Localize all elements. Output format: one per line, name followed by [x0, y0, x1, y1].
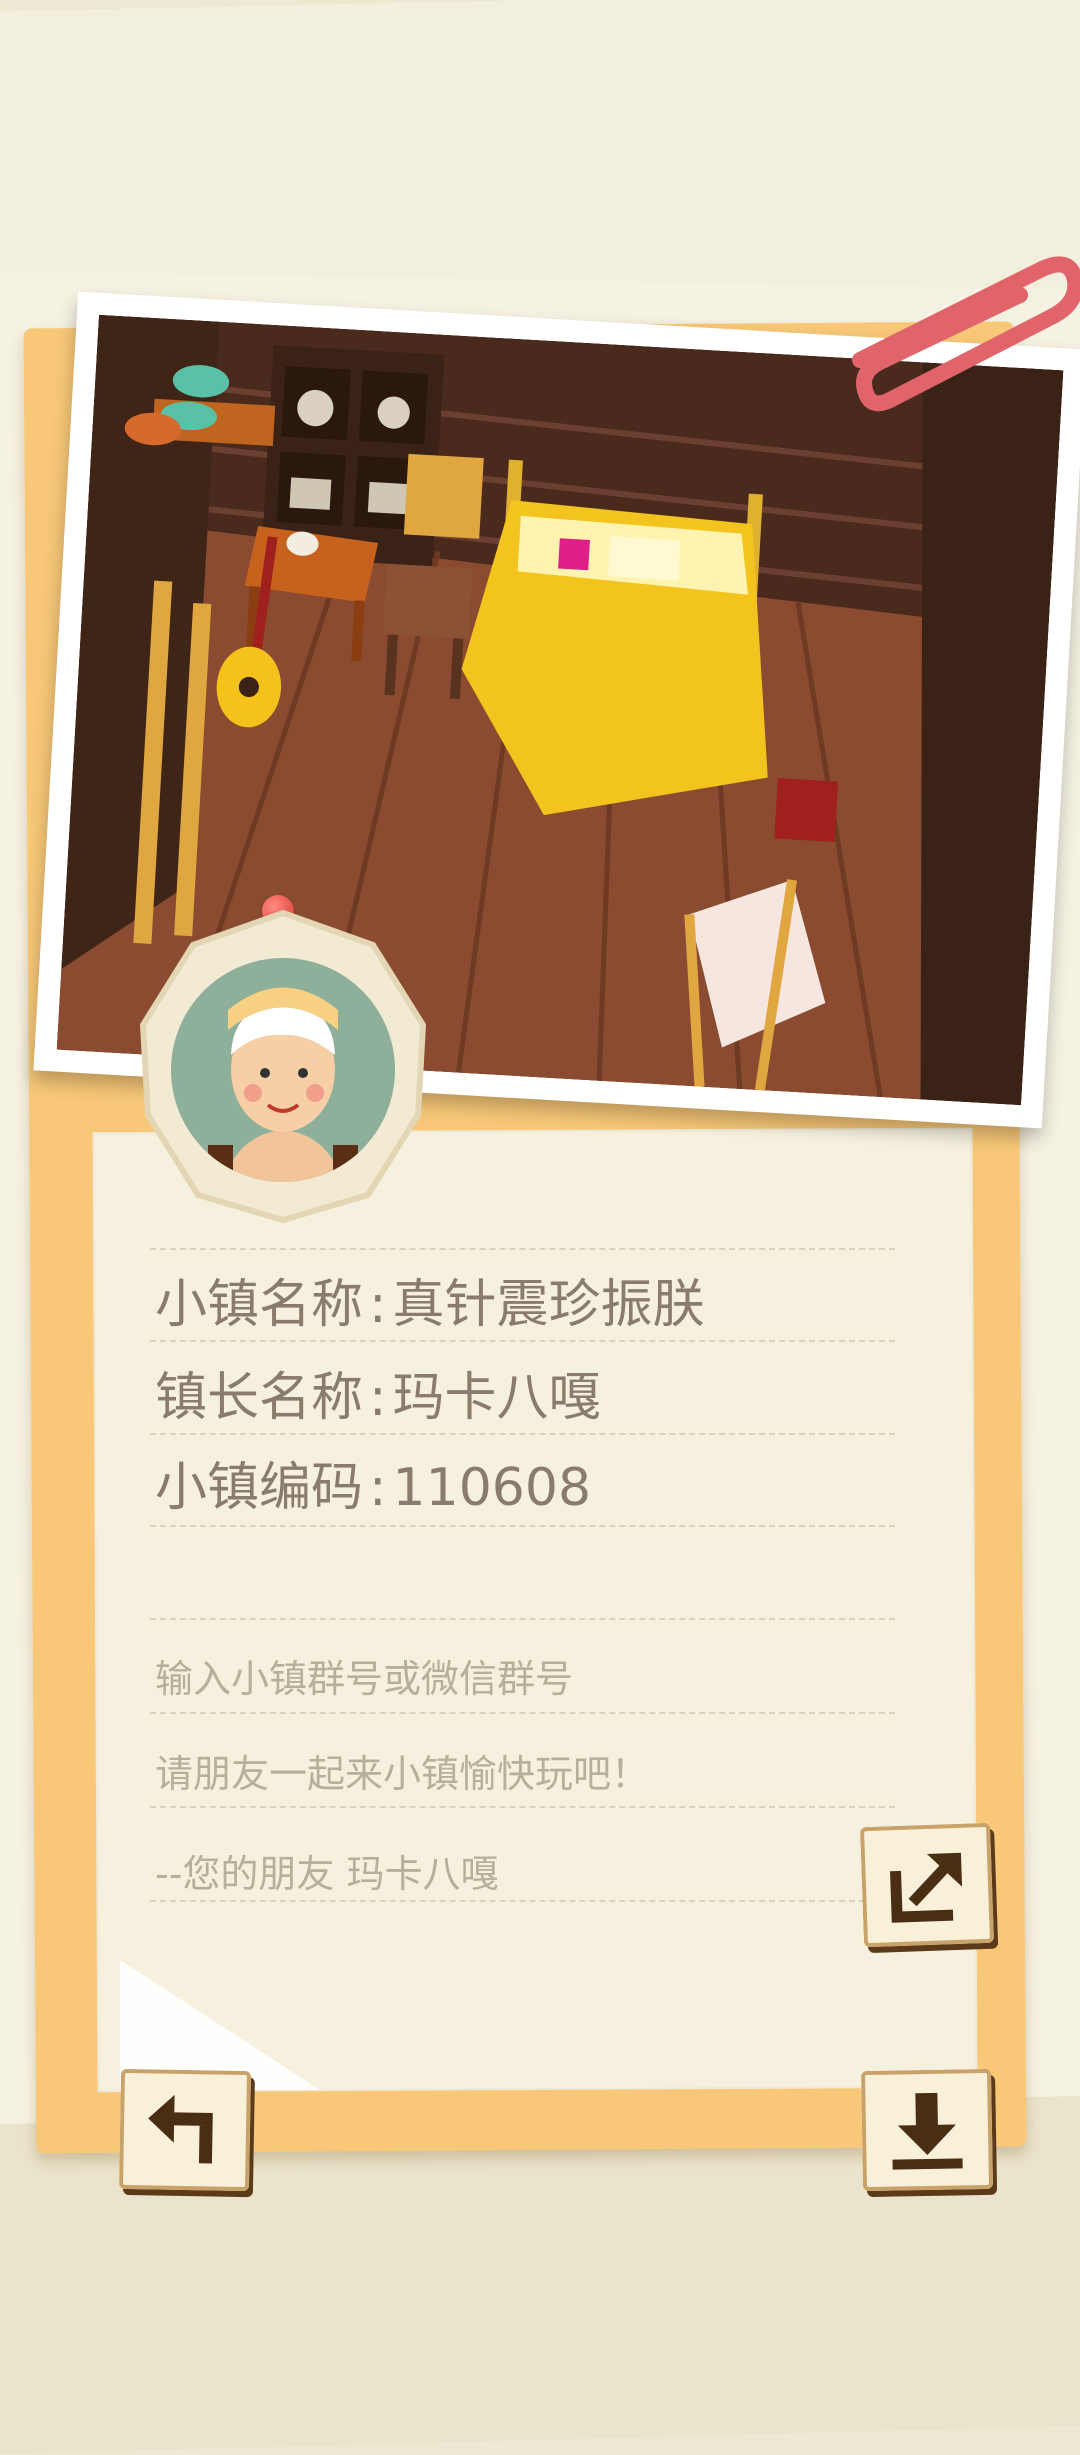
divider: [150, 1340, 895, 1342]
divider: [150, 1900, 895, 1902]
invite-message-line-1[interactable]: 输入小镇群号或微信群号: [155, 1648, 573, 1703]
town-code-value: 110608: [392, 1458, 592, 1518]
town-name-row: 小镇名称: 真针震珍振朕: [155, 1275, 705, 1335]
mayor-avatar[interactable]: [133, 905, 433, 1225]
mayor-name-value: 玛卡八嘎: [392, 1368, 601, 1428]
mayor-name-label: 镇长名称: [155, 1368, 364, 1428]
mayor-name-row: 镇长名称: 玛卡八嘎: [155, 1368, 601, 1428]
divider: [150, 1433, 895, 1435]
divider: [150, 1712, 895, 1714]
download-button[interactable]: [860, 2068, 994, 2192]
invite-message-line-2[interactable]: 请朋友一起来小镇愉快玩吧！: [155, 1743, 649, 1798]
invite-signature[interactable]: --您的朋友 玛卡八嘎: [155, 1843, 499, 1898]
back-button[interactable]: [118, 2068, 252, 2192]
back-arrow-icon: [148, 2094, 213, 2164]
paperclip-icon: [852, 256, 1080, 412]
download-icon: [892, 2092, 963, 2170]
divider: [150, 1806, 895, 1808]
town-code-row: 小镇编码:110608: [155, 1458, 592, 1518]
share-button[interactable]: [859, 1822, 995, 1948]
share-icon: [889, 1852, 963, 1923]
town-name-value: 真针震珍振朕: [392, 1275, 705, 1335]
town-code-label: 小镇编码: [155, 1458, 364, 1518]
divider: [150, 1248, 895, 1250]
town-name-label: 小镇名称: [155, 1275, 364, 1335]
divider: [150, 1618, 895, 1620]
divider: [150, 1525, 895, 1527]
